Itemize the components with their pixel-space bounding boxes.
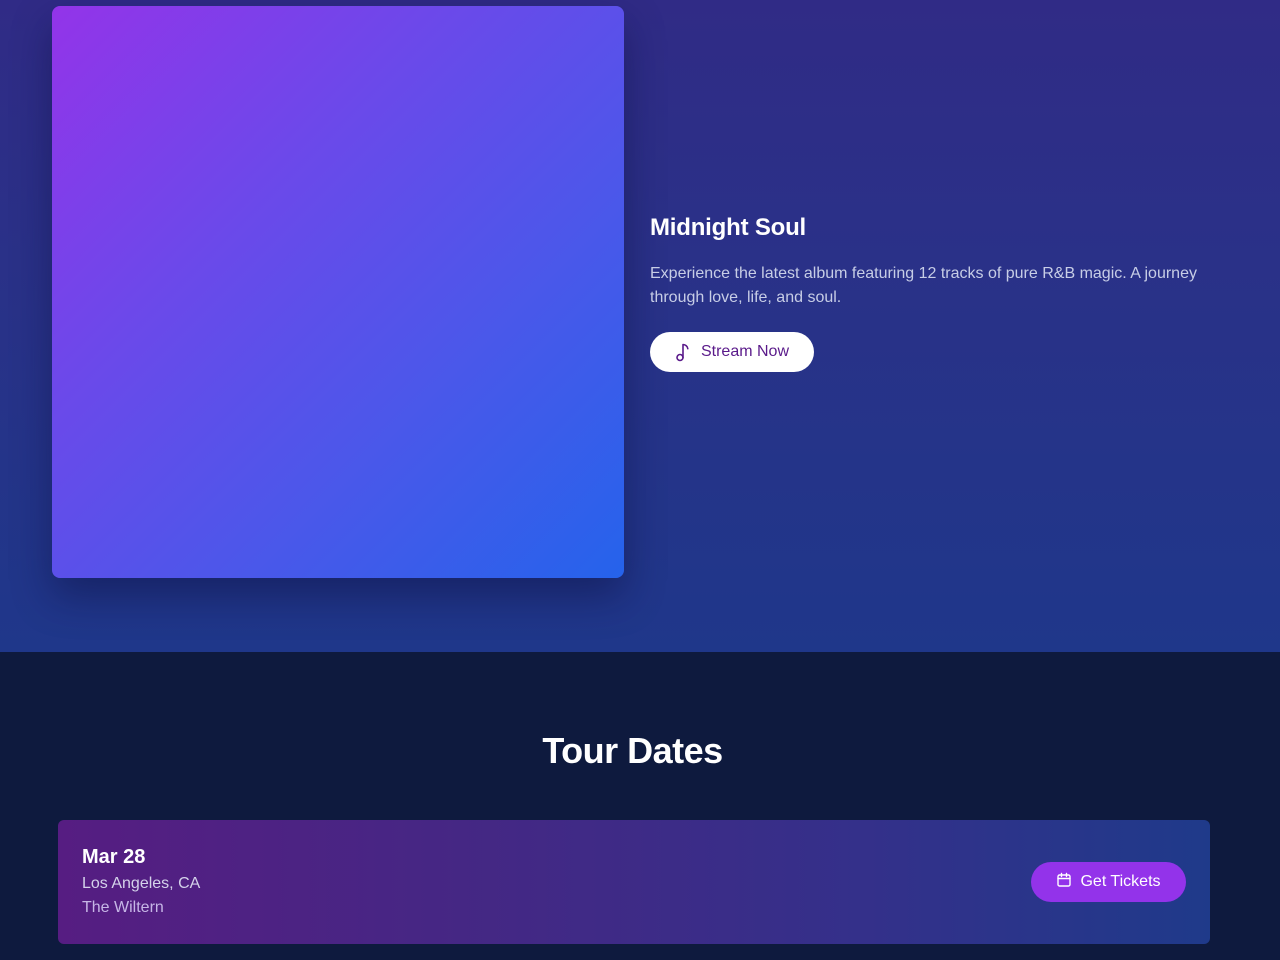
event-venue: The Wiltern bbox=[82, 899, 164, 916]
event-city: Los Angeles, CA bbox=[82, 875, 201, 892]
get-tickets-button[interactable]: Get Tickets bbox=[1031, 862, 1186, 902]
get-tickets-label: Get Tickets bbox=[1080, 873, 1161, 890]
tour-event-card: Mar 28 Los Angeles, CA The Wiltern Get T… bbox=[58, 820, 1210, 944]
tour-dates-heading: Tour Dates bbox=[542, 730, 723, 771]
album-hero: Midnight Soul Experience the latest albu… bbox=[0, 0, 1280, 652]
album-info: Midnight Soul Experience the latest albu… bbox=[650, 212, 1230, 372]
event-date: Mar 28 bbox=[82, 846, 146, 868]
album-title: Midnight Soul bbox=[650, 214, 807, 241]
tour-dates-section: Tour Dates Mar 28 Los Angeles, CA The Wi… bbox=[0, 652, 1280, 960]
music-note-icon bbox=[675, 342, 693, 362]
stream-now-button[interactable]: Stream Now bbox=[650, 332, 814, 372]
album-cover-art[interactable] bbox=[52, 6, 624, 578]
calendar-icon bbox=[1056, 872, 1072, 893]
stream-now-label: Stream Now bbox=[700, 343, 790, 360]
album-description: Experience the latest album featuring 12… bbox=[650, 265, 1197, 306]
